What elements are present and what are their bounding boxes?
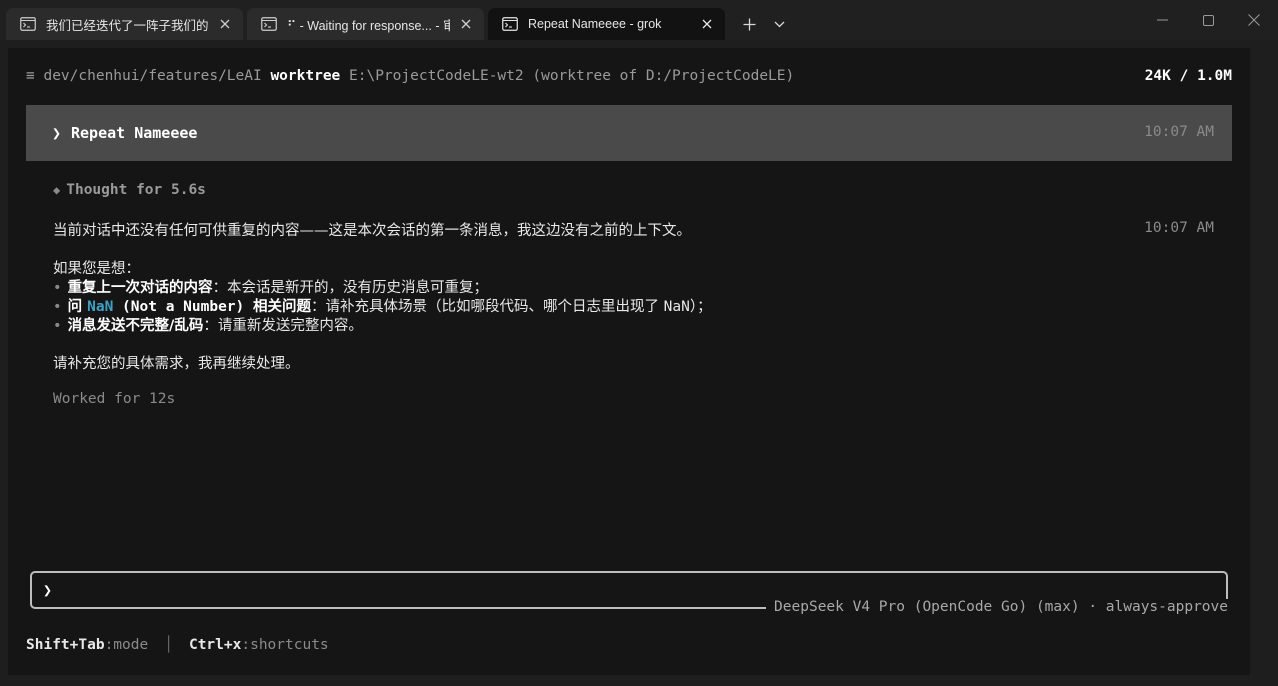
worktree-label: worktree [270,68,341,84]
close-tab-icon[interactable] [217,16,233,32]
user-message-text: Repeat Nameeee [71,124,198,142]
user-message-time: 10:07 AM [1144,124,1214,140]
diamond-icon: ◆ [53,183,61,197]
tab-3[interactable]: Repeat Nameeee - grok [488,8,725,40]
bullet-2-bold-suffix: (Not a Number) 相关问题 [113,299,312,315]
close-tab-icon[interactable] [699,16,715,32]
status-line: ≡ dev/chenhui/features/LeAI worktree E:\… [26,68,1232,84]
tab-1[interactable]: 我们已经迭代了一阵子我们的 L [6,8,243,40]
bullet-glyph: • [53,318,62,334]
terminal-icon [261,17,277,31]
response-bullet-3: • 消息发送不完整/乱码：请重新发送完整内容。 [53,314,363,335]
input-prompt-glyph: ❯ [43,581,53,599]
maximize-icon[interactable] [1185,8,1231,32]
response-intro: 当前对话中还没有任何可供重复的内容——这是本次会话的第一条消息，我这边没有之前的… [53,223,691,239]
bullet-2-rest-a: ：请补充具体场景（比如哪段代码、哪个日志里出现了 [311,299,664,315]
bullet-3-rest: ：请重新发送完整内容。 [203,318,363,334]
thought-indicator: ◆ Thought for 5.6s [53,182,206,198]
worktree-info: E:\ProjectCodeLE-wt2 (worktree of D:/Pro… [349,68,795,84]
branch-path: dev/chenhui/features/LeAI [43,68,262,84]
user-message-block: ❯ Repeat Nameeee 10:07 AM [26,105,1232,161]
tab-title: Repeat Nameeee - grok [528,17,662,31]
shortcut-shortcuts-key: Ctrl+x [188,637,242,653]
response-time: 10:07 AM [1144,220,1214,236]
bullet-2-rest-b: ）； [689,299,712,315]
response-closing: 请补充您的具体需求，我再继续处理。 [53,356,300,372]
response-if-heading: 如果您是想： [53,261,140,277]
response-bullet-1: • 重复上一次对话的内容：本会话是新开的，没有历史消息可重复； [53,276,488,297]
shortcut-shortcuts-desc: :shortcuts [241,637,329,653]
thought-text: Thought for 5.6s [66,182,206,198]
bullet-2-code: NaN [87,299,114,315]
shortcut-mode-desc: :mode [104,637,149,653]
shortcut-hints: Shift+Tab:mode │ Ctrl+x:shortcuts [26,637,329,653]
tab-title: 我们已经迭代了一阵子我们的 L [46,18,209,33]
close-icon[interactable] [1231,8,1277,32]
bullet-2-rest-code: NaN [663,299,690,315]
token-usage: 24K / 1.0M [1144,68,1232,84]
bullet-1-bold: 重复上一次对话的内容 [67,280,213,296]
model-label: DeepSeek V4 Pro (OpenCode Go) (max) · al… [766,599,1236,615]
close-tab-icon[interactable] [458,16,474,32]
title-bar: 我们已经迭代了一阵子我们的 L ⠋ - Waiting for response… [0,0,1278,40]
terminal-pane[interactable]: ≡ dev/chenhui/features/LeAI worktree E:\… [8,48,1250,675]
tab-title: ⠋ - Waiting for response... - 审 [287,18,450,33]
chevron-down-icon[interactable] [767,12,791,36]
menu-glyph: ≡ [26,68,35,84]
plus-icon[interactable] [737,12,761,36]
tab-2[interactable]: ⠋ - Waiting for response... - 审 [247,8,484,40]
terminal-icon [502,17,518,31]
minimize-icon[interactable] [1139,8,1185,32]
terminal-icon [20,17,36,31]
worked-duration: Worked for 12s [53,391,176,407]
bullet-glyph: • [53,280,62,296]
bullet-glyph: • [53,299,62,315]
response-bullet-2: • 问 NaN (Not a Number) 相关问题：请补充具体场景（比如哪段代… [53,295,712,316]
bullet-1-rest: ：本会话是新开的，没有历史消息可重复； [212,280,489,296]
bullet-2-bold-prefix: 问 [67,299,88,315]
shortcut-separator: │ [164,637,173,653]
shortcut-mode-key: Shift+Tab [26,637,105,653]
user-prompt-glyph: ❯ [52,124,62,142]
bullet-3-bold: 消息发送不完整/乱码 [67,318,204,334]
